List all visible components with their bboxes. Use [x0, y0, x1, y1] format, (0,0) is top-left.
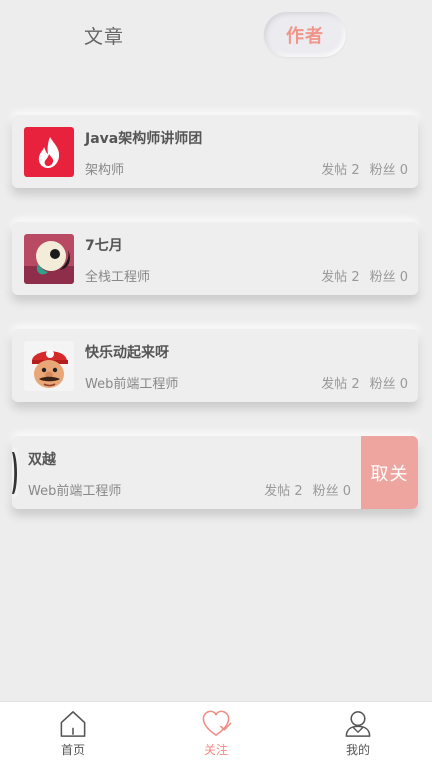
tab-author-label: 作者 [286, 25, 324, 47]
avatar-icon [12, 448, 18, 498]
author-stats: 发帖 2 粉丝 0 [321, 373, 408, 392]
nav-home-label: 首页 [60, 743, 85, 757]
mario-avatar-icon [24, 341, 74, 391]
post-count: 发帖 2 [321, 270, 360, 285]
flame-logo-icon [24, 127, 74, 177]
fan-count: 粉丝 0 [369, 377, 408, 392]
post-count: 发帖 2 [321, 163, 360, 178]
fan-count: 粉丝 0 [369, 270, 408, 285]
nav-me[interactable]: 我的 [328, 708, 388, 758]
bottom-nav: 首页 关注 我的 [0, 701, 432, 760]
fan-count: 粉丝 0 [312, 484, 351, 499]
author-stats: 发帖 2 粉丝 0 [321, 159, 408, 178]
cartoon-avatar-icon [24, 234, 74, 284]
post-count: 发帖 2 [321, 377, 360, 392]
author-stats: 发帖 2 粉丝 0 [264, 480, 351, 499]
author-title: 全栈工程师 [85, 270, 151, 285]
author-stats: 发帖 2 粉丝 0 [321, 266, 408, 285]
nav-follow-label: 关注 [203, 743, 228, 757]
unfollow-button[interactable]: 取关 [361, 436, 418, 509]
author-name: Java架构师讲师团 [85, 131, 203, 147]
author-card[interactable]: 快乐动起来呀 Web前端工程师 发帖 2 粉丝 0 [12, 329, 418, 402]
tab-author[interactable]: 作者 [264, 12, 346, 57]
author-title: 架构师 [85, 163, 125, 178]
nav-me-label: 我的 [345, 743, 370, 757]
nav-home[interactable]: 首页 [43, 708, 103, 758]
author-title: Web前端工程师 [28, 484, 122, 499]
home-icon [60, 711, 86, 737]
author-name: 双越 [28, 452, 56, 468]
tab-article[interactable]: 文章 [84, 22, 124, 49]
author-card[interactable]: 7七月 全栈工程师 发帖 2 粉丝 0 [12, 222, 418, 295]
heart-check-icon [202, 710, 232, 736]
app-screen: 文章 作者 Java架构师讲师团 架构师 发帖 2 粉丝 0 7七月 全栈工程师… [0, 0, 432, 760]
fan-count: 粉丝 0 [369, 163, 408, 178]
post-count: 发帖 2 [264, 484, 303, 499]
nav-follow[interactable]: 关注 [186, 708, 246, 758]
user-icon [345, 711, 371, 737]
author-title: Web前端工程师 [85, 377, 179, 392]
author-card[interactable]: 双越 Web前端工程师 发帖 2 粉丝 0 取关 [12, 436, 418, 509]
author-name: 7七月 [85, 238, 123, 254]
author-name: 快乐动起来呀 [85, 345, 169, 361]
author-card[interactable]: Java架构师讲师团 架构师 发帖 2 粉丝 0 [12, 115, 418, 188]
